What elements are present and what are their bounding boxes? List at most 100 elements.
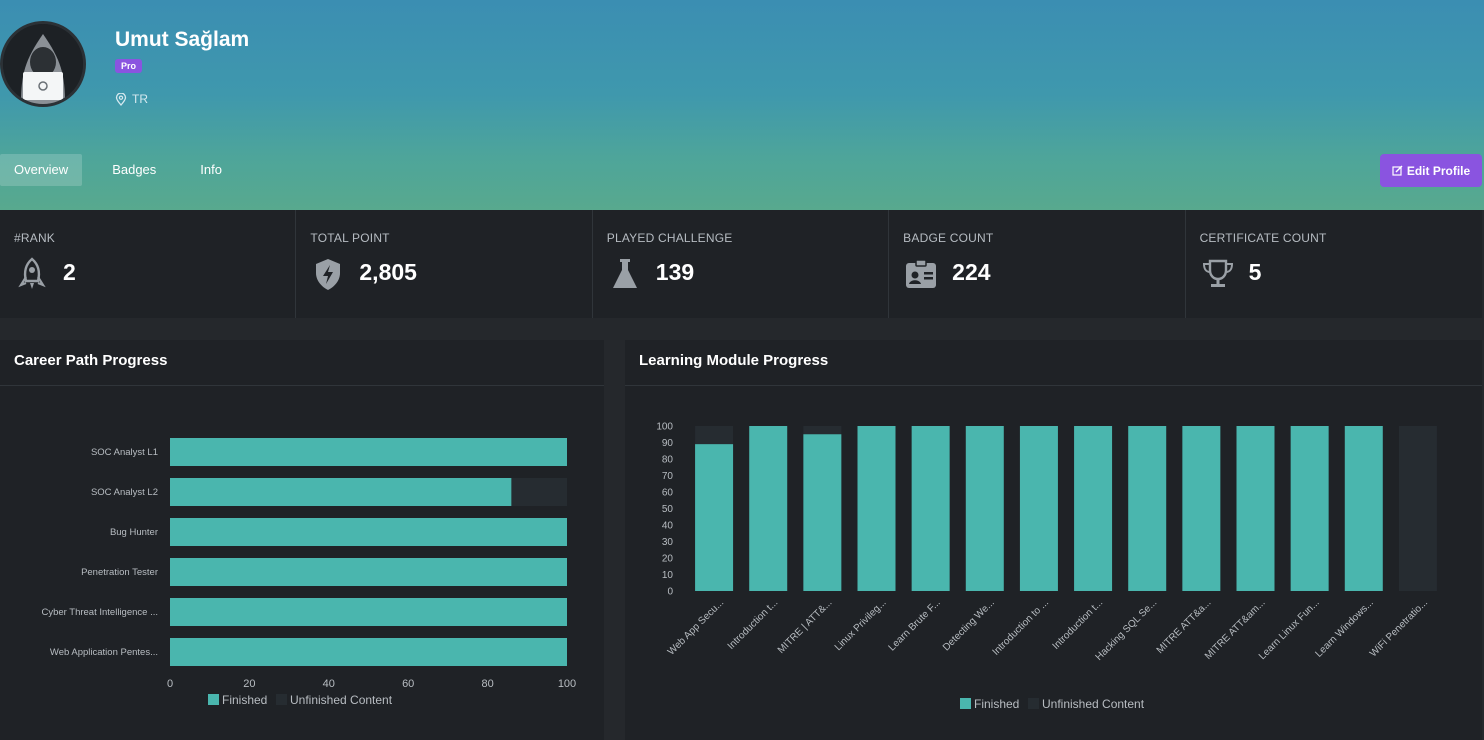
profile-tabs: Overview Badges Info — [0, 154, 252, 186]
stat-label: TOTAL POINT — [310, 231, 390, 245]
stat-total-point: TOTAL POINT 2,805 — [296, 210, 593, 318]
stats-bar: #RANK 2 TOTAL POINT 2,805 PLAYED CHALLEN… — [0, 210, 1482, 318]
x-tick-label: 100 — [558, 678, 576, 690]
hacker-avatar-icon — [3, 24, 83, 104]
x-tick-label: 20 — [243, 678, 255, 690]
stat-value: 2 — [63, 259, 76, 285]
location-pin-icon — [115, 92, 127, 106]
x-tick-label: 60 — [402, 678, 414, 690]
trophy-icon — [1200, 256, 1236, 292]
x-tick-label: 0 — [167, 678, 173, 690]
learning-module-chart: 0102030405060708090100Web App Secu... Int… — [656, 422, 1437, 711]
x-tick-label: MITRE | ATT&... — [776, 597, 835, 656]
x-tick-label: Introduction t... — [1051, 597, 1106, 652]
edit-icon — [1392, 165, 1403, 176]
y-tick-label: 30 — [662, 537, 674, 548]
bar-finished — [170, 638, 567, 666]
x-tick-label: 40 — [323, 678, 335, 690]
flask-icon — [607, 256, 643, 292]
bar-finished — [1290, 426, 1329, 591]
bar-finished — [1236, 426, 1275, 591]
bar-finished — [695, 444, 734, 591]
pro-badge: Pro — [115, 59, 143, 73]
y-tick-label: Penetration Tester — [81, 567, 158, 578]
edit-profile-label: Edit Profile — [1406, 163, 1471, 178]
stat-label: BADGE COUNT — [903, 231, 994, 245]
y-tick-label: 100 — [656, 422, 673, 433]
stat-badge-count: BADGE COUNT 224 — [889, 210, 1186, 318]
x-tick-label: Learn Windows... — [1313, 597, 1375, 659]
y-tick-label: 60 — [662, 488, 674, 499]
stat-label: PLAYED CHALLENGE — [606, 231, 733, 245]
learning-module-panel: Learning Module Progress 0 10 20 30 40 50 60 70… — [625, 340, 1482, 740]
bar-finished — [1344, 426, 1383, 591]
tab-info[interactable]: Info — [186, 154, 236, 186]
rocket-icon — [14, 256, 50, 292]
bar-finished — [170, 558, 567, 586]
legend-label-unfinished: Unfinished Content — [290, 693, 393, 707]
y-tick-label: SOC Analyst L2 — [91, 487, 158, 498]
career-path-panel: Career Path Progress SOC Analyst L1 SOC A… — [0, 340, 604, 740]
bar-finished — [170, 518, 567, 546]
stat-value: 224 — [952, 259, 991, 285]
bar-finished — [1182, 426, 1221, 591]
y-tick-label: 20 — [662, 554, 674, 565]
y-tick-label: 0 — [667, 587, 673, 598]
bar-finished — [1019, 426, 1058, 591]
profile-header: Umut Sağlam Pro TR Overview Badges Info … — [0, 0, 1484, 210]
y-tick-label: Bug Hunter — [110, 527, 158, 538]
x-tick-label: Introduction t... — [726, 597, 781, 652]
location: TR — [115, 92, 148, 106]
stat-label: #RANK — [14, 231, 56, 245]
x-tick-label: 80 — [481, 678, 493, 690]
stat-value: 5 — [1248, 259, 1262, 285]
tab-overview[interactable]: Overview — [0, 154, 83, 186]
x-tick-label: Linux Privileg... — [833, 597, 889, 653]
stat-rank: #RANK 2 — [0, 210, 297, 318]
x-tick-label: Web App Secu... — [666, 597, 726, 657]
bar-unfinished — [695, 426, 734, 445]
shield-bolt-icon — [310, 256, 346, 292]
bar-finished — [803, 434, 842, 591]
edit-profile-button[interactable]: Edit Profile — [1380, 154, 1482, 187]
stat-label: CERTIFICATE COUNT — [1199, 231, 1327, 245]
legend-label-finished: Finished — [974, 697, 1019, 711]
bar-finished — [170, 438, 567, 466]
y-tick-label: 10 — [662, 570, 674, 581]
y-tick-label: 80 — [662, 455, 674, 466]
y-tick-label: SOC Analyst L1 — [91, 447, 158, 458]
legend-swatch-finished — [208, 694, 219, 705]
x-tick-label: Hacking SQL Se... — [1094, 597, 1160, 663]
tab-badges[interactable]: Badges — [98, 154, 170, 186]
bar-unfinished — [1398, 426, 1437, 591]
y-tick-label: 70 — [662, 471, 674, 482]
bar-finished — [965, 426, 1004, 591]
id-badge-icon — [903, 256, 939, 292]
bar-finished — [857, 426, 896, 591]
x-tick-label: MITRE ATT&a... — [1155, 597, 1214, 656]
bar-finished — [1074, 426, 1113, 591]
x-tick-label: Learn Brute F... — [887, 597, 943, 653]
stat-played-challenge: PLAYED CHALLENGE 139 — [593, 210, 890, 318]
bar-finished — [911, 426, 950, 591]
y-tick-label: 50 — [662, 504, 674, 515]
stat-value: 2,805 — [359, 259, 417, 285]
stat-value: 139 — [655, 259, 695, 285]
bar-finished — [170, 478, 512, 506]
bar-unfinished — [511, 478, 567, 506]
x-tick-label: Detecting We... — [941, 597, 997, 653]
career-path-chart: SOC Analyst L1 SOC Analyst L2 Bug Hunter Pe… — [41, 438, 576, 707]
stat-certificate-count: CERTIFICATE COUNT 5 — [1186, 210, 1482, 318]
legend-label-finished: Finished — [222, 693, 267, 707]
avatar — [0, 21, 86, 107]
bar-finished — [749, 426, 788, 591]
profile-name: Umut Sağlam — [115, 28, 250, 51]
legend-swatch-finished — [960, 698, 971, 709]
y-tick-label: 40 — [662, 521, 674, 532]
bar-finished — [170, 598, 567, 626]
x-tick-label: Introduction to ... — [991, 597, 1051, 657]
legend-label-unfinished: Unfinished Content — [1042, 697, 1145, 711]
x-tick-label: Learn Linux Fun... — [1257, 597, 1322, 662]
location-text: TR — [132, 92, 148, 106]
y-tick-label: 90 — [662, 438, 674, 449]
